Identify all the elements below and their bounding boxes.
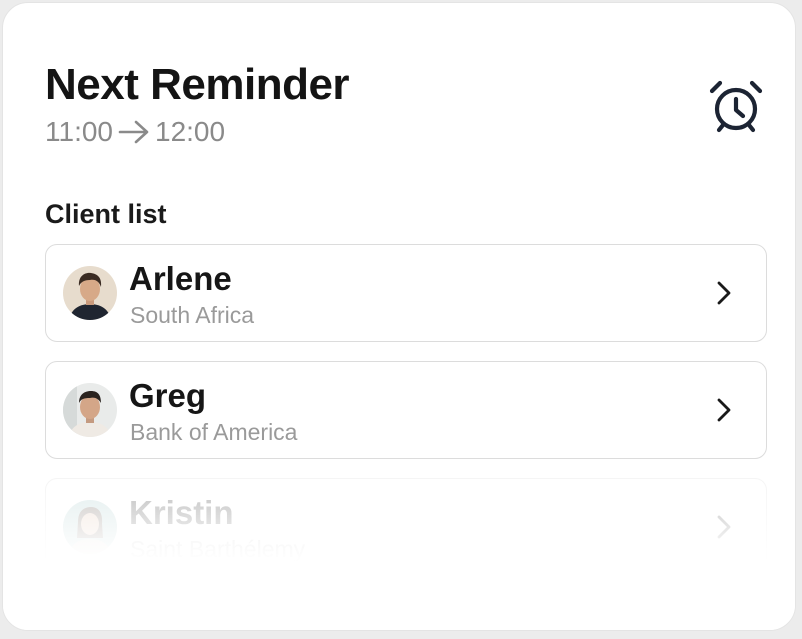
client-organization: Bank of America <box>130 419 298 445</box>
chevron-right-icon <box>710 513 738 541</box>
avatar-greg <box>63 383 117 437</box>
alarm-clock-icon[interactable] <box>706 77 766 137</box>
client-name: Arlene <box>129 260 232 297</box>
avatar-arlene <box>63 266 117 320</box>
client-organization: South Africa <box>130 302 255 328</box>
avatar-kristin <box>63 500 117 554</box>
chevron-right-icon <box>710 396 738 424</box>
arrow-right-icon <box>117 119 151 145</box>
client-row-greg[interactable]: Greg Bank of America <box>45 361 767 459</box>
client-organization: Saint Barthélemy <box>130 536 306 562</box>
client-name: Kristin <box>129 494 234 531</box>
client-name: Greg <box>129 377 207 414</box>
client-row-arlene[interactable]: Arlene South Africa <box>45 244 767 342</box>
client-list-label: Client list <box>45 199 167 229</box>
client-row-kristin[interactable]: Kristin Saint Barthélemy <box>45 478 767 576</box>
reminder-time-range: 11:00 12:00 <box>45 115 225 149</box>
reminder-card: Next Reminder 11:00 12:00 Client list Ar… <box>2 2 796 631</box>
time-end: 12:00 <box>155 116 226 147</box>
page-title: Next Reminder <box>45 60 350 109</box>
chevron-right-icon <box>710 279 738 307</box>
time-start: 11:00 <box>45 116 113 147</box>
